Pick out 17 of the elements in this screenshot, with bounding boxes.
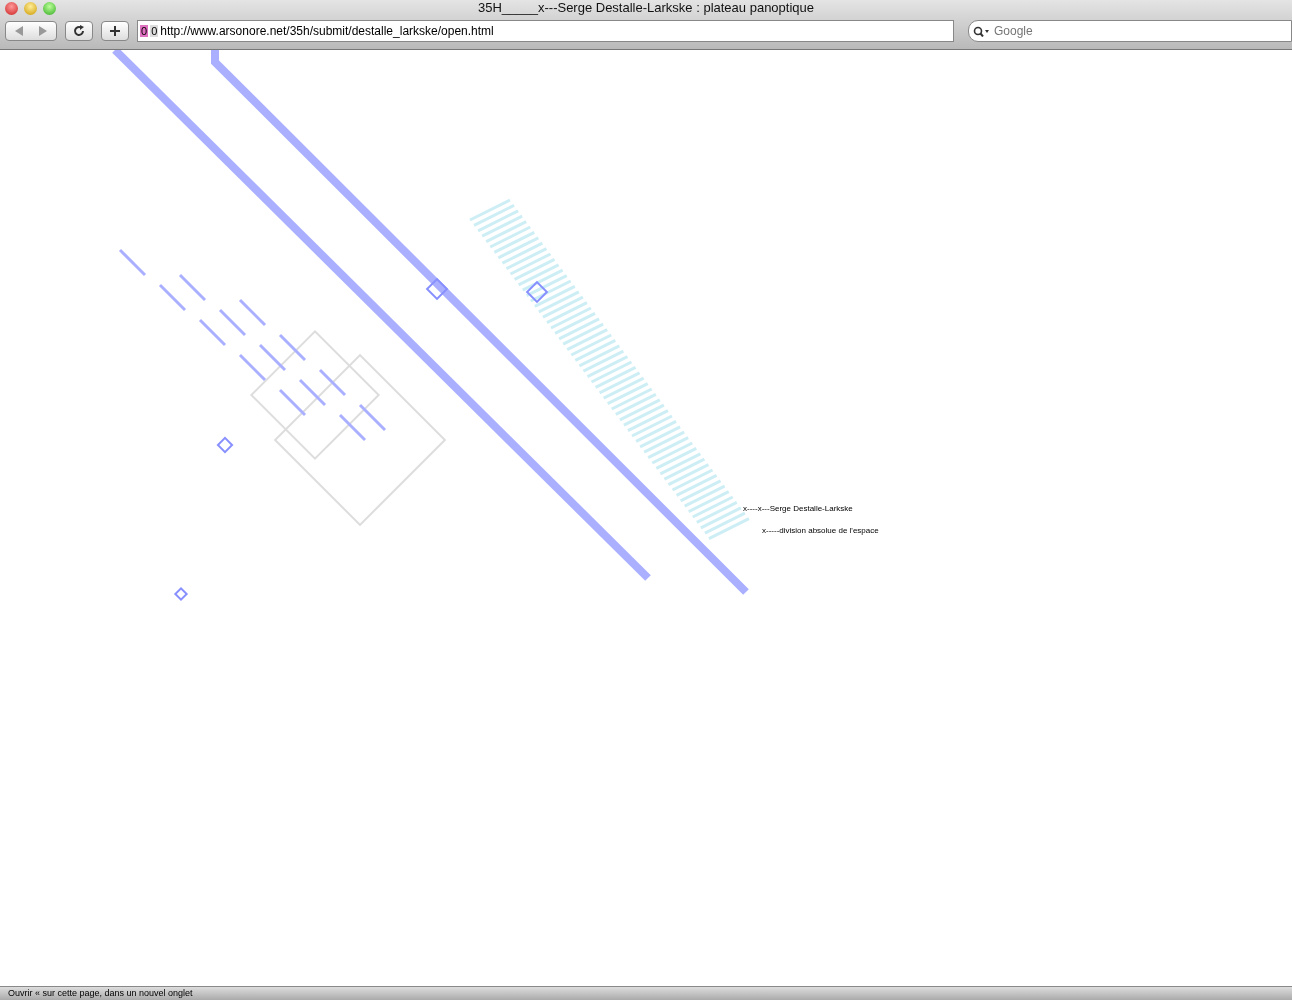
- back-forward-button[interactable]: [5, 21, 57, 41]
- search-field[interactable]: Google: [968, 20, 1292, 42]
- canvas-label: x----x---Serge Destalle-Larkske: [743, 504, 853, 513]
- counter-badge: 0: [150, 25, 159, 37]
- close-icon[interactable]: [5, 1, 18, 15]
- address-field[interactable]: 0 0 http://www.arsonore.net/35h/submit/destalle_larkske/open.html: [137, 20, 954, 42]
- reload-icon: [73, 25, 85, 37]
- add-bookmark-button[interactable]: [101, 21, 129, 41]
- plus-icon: [109, 25, 121, 37]
- counter-badge: 0: [140, 25, 149, 37]
- canvas-label: x-----division absolue de l'espace: [762, 526, 879, 535]
- reload-button[interactable]: [65, 21, 93, 41]
- url-text: http://www.arsonore.net/35h/submit/destalle_larkske/open.html: [160, 24, 494, 38]
- search-icon: [973, 25, 989, 37]
- arrows-icon: [13, 26, 49, 36]
- status-text: Ouvrir « sur cette page, dans un nouvel onglet: [8, 988, 193, 998]
- window-title: 35H_____x---Serge Destalle-Larkske : plateau panoptique: [477, 0, 814, 15]
